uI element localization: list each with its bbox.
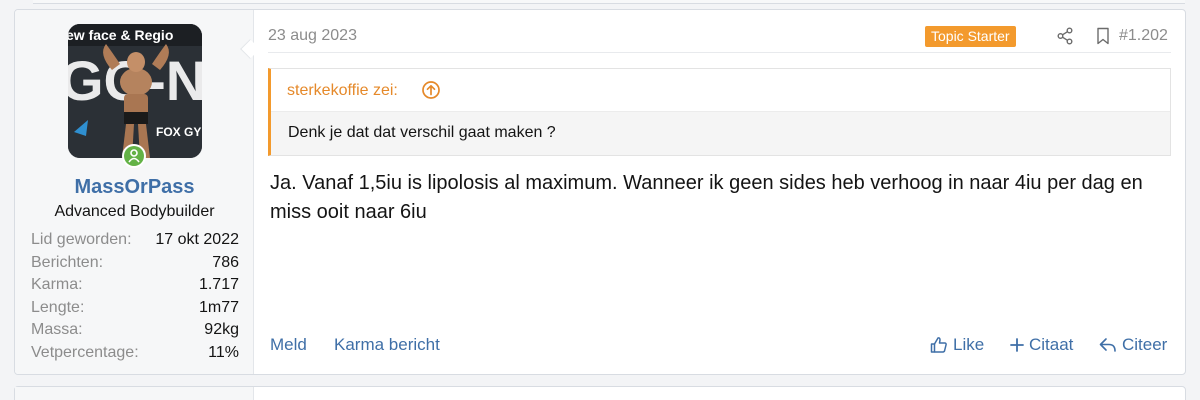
thumbs-up-icon bbox=[930, 337, 947, 353]
stat-messages: Berichten: 786 bbox=[31, 252, 239, 275]
topic-starter-badge: Topic Starter bbox=[925, 26, 1016, 47]
stat-value: 1.717 bbox=[198, 276, 239, 294]
user-title: Advanced Bodybuilder bbox=[54, 203, 215, 220]
avatar-sponsor: FOX GYM bbox=[156, 125, 202, 139]
like-label: Like bbox=[953, 335, 985, 354]
multi-quote-button[interactable]: Citaat bbox=[1009, 335, 1073, 355]
next-post-edge bbox=[14, 386, 1186, 400]
previous-post-edge bbox=[33, 0, 1185, 4]
quote-author[interactable]: sterkekoffie zei: bbox=[287, 82, 398, 100]
stat-value: 92kg bbox=[204, 321, 239, 339]
user-sidebar: ew face & Regio GG-N FOX GYM MassOrPa bbox=[15, 10, 254, 374]
stat-bodyfat: Vetpercentage: 11% bbox=[31, 342, 239, 365]
stat-label: Vetpercentage: bbox=[31, 343, 139, 361]
stat-value: 11% bbox=[208, 343, 239, 361]
avatar-caption: ew face & Regio bbox=[68, 27, 173, 43]
user-stats: Lid geworden: 17 okt 2022 Berichten: 786… bbox=[31, 229, 239, 365]
forum-post: ew face & Regio GG-N FOX GYM MassOrPa bbox=[14, 9, 1186, 375]
reply-label: Citeer bbox=[1122, 335, 1168, 354]
stat-height: Lengte: 1m77 bbox=[31, 297, 239, 320]
arrow-up-circle-icon[interactable] bbox=[421, 80, 441, 105]
reply-button[interactable]: Citeer bbox=[1098, 335, 1167, 355]
plus-icon bbox=[1010, 338, 1024, 352]
karma-message-link[interactable]: Karma bericht bbox=[334, 335, 440, 355]
message-body: Ja. Vanaf 1,5iu is lipolosis al maximum.… bbox=[270, 172, 1143, 223]
multi-quote-label: Citaat bbox=[1029, 335, 1074, 354]
avatar[interactable]: ew face & Regio GG-N FOX GYM bbox=[68, 24, 202, 158]
post-number[interactable]: #1.202 bbox=[1119, 27, 1168, 45]
stat-label: Karma: bbox=[31, 276, 83, 294]
stat-label: Berichten: bbox=[31, 253, 104, 271]
next-post-user-column bbox=[15, 387, 254, 400]
like-button[interactable]: Like bbox=[929, 335, 984, 355]
stat-value: 786 bbox=[212, 253, 239, 271]
stat-mass: Massa: 92kg bbox=[31, 319, 239, 342]
report-link[interactable]: Meld bbox=[270, 335, 307, 355]
username[interactable]: MassOrPass bbox=[15, 176, 254, 199]
stat-karma: Karma: 1.717 bbox=[31, 274, 239, 297]
bookmark-icon[interactable] bbox=[1093, 26, 1113, 46]
stat-value: 1m77 bbox=[198, 298, 239, 316]
share-icon[interactable] bbox=[1055, 26, 1075, 46]
header-divider bbox=[268, 52, 1171, 53]
stat-label: Massa: bbox=[31, 321, 83, 339]
quote-text: Denk je dat dat verschil gaat maken ? bbox=[288, 124, 556, 141]
post-main: 23 aug 2023 Topic Starter #1.202 sterkek… bbox=[255, 10, 1185, 374]
stat-value: 17 okt 2022 bbox=[155, 231, 239, 248]
reply-icon bbox=[1099, 338, 1116, 352]
stat-label: Lid geworden: bbox=[31, 231, 132, 248]
quote-header: sterkekoffie zei: bbox=[271, 69, 1170, 112]
post-date[interactable]: 23 aug 2023 bbox=[268, 27, 357, 45]
quote-block: sterkekoffie zei: Denk je dat dat versch… bbox=[268, 68, 1171, 156]
online-status-icon bbox=[122, 144, 146, 168]
stat-label: Lengte: bbox=[31, 298, 85, 316]
stat-joined: Lid geworden: 17 okt 2022 bbox=[31, 229, 239, 252]
